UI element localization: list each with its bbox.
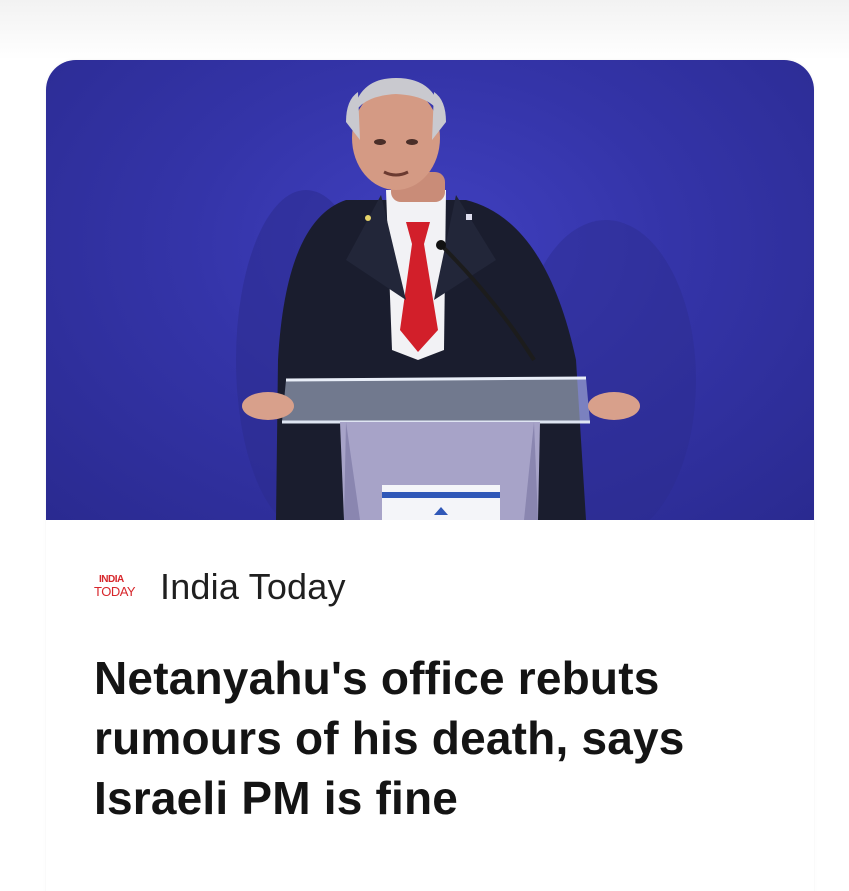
article-image[interactable] xyxy=(46,60,814,520)
source-name: India Today xyxy=(160,566,346,607)
news-card[interactable]: INDIA TODAY India Today Netanyahu's offi… xyxy=(46,60,814,891)
page: INDIA TODAY India Today Netanyahu's offi… xyxy=(0,0,849,891)
logo-line-2: TODAY xyxy=(94,584,136,599)
article-headline[interactable]: Netanyahu's office rebuts rumours of his… xyxy=(94,648,774,828)
speaker-illustration xyxy=(236,78,696,520)
india-today-logo: INDIA TODAY xyxy=(94,573,146,601)
source-row[interactable]: INDIA TODAY India Today xyxy=(94,566,346,607)
